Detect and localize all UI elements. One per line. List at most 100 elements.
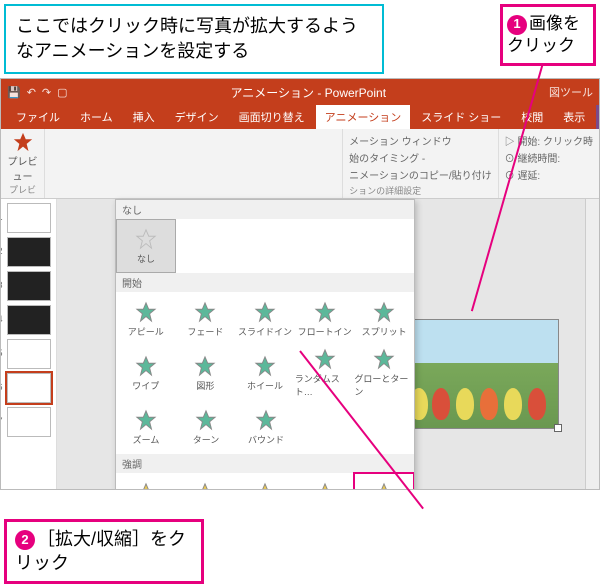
preview-label: プレビュー	[5, 153, 40, 183]
tab-transitions[interactable]: 画面切り替え	[230, 105, 314, 129]
callout-step-1: 1画像をクリック	[500, 4, 596, 66]
gallery-item-label: グローとターン	[354, 372, 414, 398]
vertical-scrollbar[interactable]	[585, 199, 599, 489]
gallery-item[interactable]: スライドイン	[235, 292, 295, 346]
undo-icon[interactable]: ↶	[27, 86, 36, 99]
timing-delay-row[interactable]: ⊙ 遅延:	[505, 167, 593, 182]
slide-thumb-3[interactable]: 3	[7, 271, 51, 301]
powerpoint-window: 💾 ↶ ↷ ▢ アニメーション - PowerPoint 図ツール ファイル ホ…	[0, 78, 600, 490]
star-icon	[254, 355, 276, 377]
gallery-item-label: ワイプ	[132, 379, 159, 392]
gallery-item[interactable]: シーソー	[235, 473, 295, 490]
star-icon	[135, 355, 157, 377]
redo-icon[interactable]: ↷	[42, 86, 51, 99]
tab-home[interactable]: ホーム	[71, 105, 122, 129]
gallery-item[interactable]: グローとターン	[354, 346, 414, 400]
slide-thumb-5[interactable]: 5	[7, 339, 51, 369]
gallery-item-label: ホイール	[247, 379, 283, 392]
star-icon	[373, 301, 395, 323]
animation-gallery: なし なし 開始 アピールフェードスライドインフロートインスプリットワイプ図形ホ…	[115, 199, 415, 490]
gallery-item-label: スプリット	[362, 325, 407, 338]
gallery-item[interactable]: スピン	[295, 473, 355, 490]
contextual-tab-label: 図ツール	[549, 84, 593, 100]
star-icon	[194, 301, 216, 323]
star-icon	[255, 409, 277, 431]
window-titlebar: 💾 ↶ ↷ ▢ アニメーション - PowerPoint 図ツール	[1, 79, 599, 105]
tab-review[interactable]: 校閲	[512, 105, 552, 129]
callout-description: ここではクリック時に写真が拡大するようなアニメーションを設定する	[4, 4, 384, 74]
tab-view[interactable]: 表示	[554, 105, 594, 129]
star-icon	[194, 482, 216, 491]
star-icon	[135, 482, 157, 491]
star-icon	[135, 301, 157, 323]
ribbon-group-preview: プレビュー プレビュー	[1, 129, 45, 198]
window-title: アニメーション - PowerPoint	[68, 84, 549, 101]
slide-thumbnail-panel: 1 2 3 4 5 6 7	[1, 199, 57, 489]
star-icon	[195, 409, 217, 431]
gallery-item[interactable]: ターン	[176, 400, 236, 454]
preview-icon[interactable]	[12, 131, 34, 153]
star-icon	[314, 348, 336, 370]
gallery-item[interactable]: ワイプ	[116, 346, 176, 400]
slide-thumb-2[interactable]: 2	[7, 237, 51, 267]
slide-thumb-4[interactable]: 4	[7, 305, 51, 335]
gallery-item-label: フロートイン	[298, 325, 352, 338]
description-text: ここではクリック時に写真が拡大するようなアニメーションを設定する	[16, 16, 358, 61]
gallery-item-label: フェード	[187, 325, 223, 338]
slideshow-icon[interactable]: ▢	[57, 86, 67, 99]
save-icon[interactable]: 💾	[7, 86, 21, 99]
animation-pane-button[interactable]: メーション ウィンドウ	[349, 133, 492, 148]
advanced-group-label: ションの詳細設定	[349, 184, 492, 197]
ribbon-tabs: ファイル ホーム 挿入 デザイン 画面切り替え アニメーション スライド ショー…	[1, 105, 599, 129]
gallery-section-none: なし	[116, 200, 414, 219]
step1-badge: 1	[507, 15, 527, 35]
gallery-item[interactable]: パルス	[116, 473, 176, 490]
gallery-item-label: 図形	[196, 379, 214, 392]
star-icon	[373, 482, 395, 491]
gallery-item-label: バウンド	[248, 433, 284, 446]
slide-thumb-7[interactable]: 7	[7, 407, 51, 437]
quick-access-toolbar: 💾 ↶ ↷ ▢	[7, 86, 68, 99]
ribbon-group-advanced: メーション ウィンドウ 始のタイミング - ニメーションのコピー/貼り付け ショ…	[343, 129, 498, 198]
gallery-item[interactable]: バウンド	[236, 400, 296, 454]
tab-file[interactable]: ファイル	[7, 105, 69, 129]
slide-thumb-1[interactable]: 1	[7, 203, 51, 233]
tab-insert[interactable]: 挿入	[124, 105, 164, 129]
slide-thumb-6[interactable]: 6	[7, 373, 51, 403]
gallery-item[interactable]: スプリット	[354, 292, 414, 346]
star-icon	[373, 348, 395, 370]
tab-animations[interactable]: アニメーション	[316, 105, 411, 129]
gallery-item-none[interactable]: なし	[116, 219, 176, 273]
tab-slideshow[interactable]: スライド ショー	[412, 105, 510, 129]
tab-format[interactable]: 書式	[596, 105, 600, 129]
gallery-item-label: ズーム	[133, 433, 160, 446]
star-icon	[314, 482, 336, 491]
ribbon-group-animation	[45, 129, 343, 198]
gallery-section-emphasis: 強調	[116, 454, 414, 473]
gallery-item[interactable]: ズーム	[116, 400, 176, 454]
star-icon	[254, 482, 276, 491]
slide-canvas: なし なし 開始 アピールフェードスライドインフロートインスプリットワイプ図形ホ…	[57, 199, 599, 489]
animation-painter-button[interactable]: ニメーションのコピー/貼り付け	[349, 167, 492, 182]
star-icon	[135, 409, 157, 431]
gallery-item[interactable]: フロートイン	[295, 292, 355, 346]
star-icon	[194, 355, 216, 377]
gallery-item[interactable]: カラー パルス	[176, 473, 236, 490]
selected-image[interactable]	[399, 319, 559, 429]
work-area: 1 2 3 4 5 6 7 なし	[1, 199, 599, 489]
star-icon	[314, 301, 336, 323]
star-icon	[254, 301, 276, 323]
gallery-item[interactable]: アピール	[116, 292, 176, 346]
gallery-item-label: ターン	[193, 433, 220, 446]
step2-text: ［拡大/収縮］をクリック	[15, 529, 186, 572]
tab-design[interactable]: デザイン	[166, 105, 228, 129]
trigger-button[interactable]: 始のタイミング -	[349, 150, 492, 165]
gallery-item-label: スライドイン	[238, 325, 292, 338]
gallery-item[interactable]: フェード	[176, 292, 236, 346]
step2-badge: 2	[15, 530, 35, 550]
gallery-item-label: アピール	[128, 325, 164, 338]
gallery-item[interactable]: ホイール	[235, 346, 295, 400]
gallery-item[interactable]: 図形	[176, 346, 236, 400]
callout-step-2: 2［拡大/収縮］をクリック	[4, 519, 204, 584]
none-icon	[135, 228, 157, 250]
